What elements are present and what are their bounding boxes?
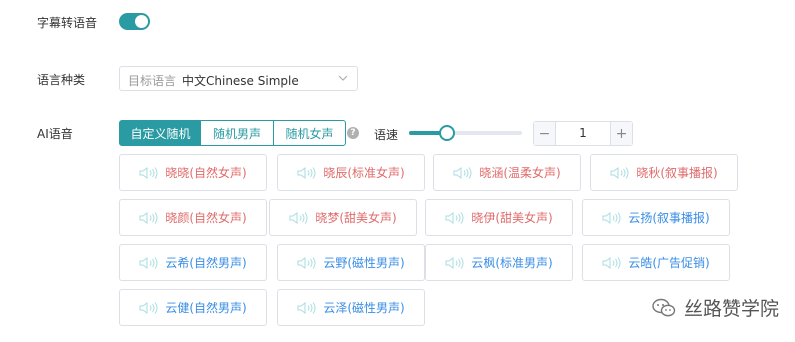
speed-label: 语速 — [374, 128, 399, 142]
speaker-icon — [139, 256, 158, 269]
toggle-knob — [135, 15, 148, 28]
ai-voice-label: AI语音 — [37, 127, 73, 141]
speed-slider[interactable] — [409, 125, 522, 141]
voice-card-label: 晓伊(甜美女声) — [471, 211, 553, 225]
subtitle-tts-label: 字幕转语音 — [37, 16, 98, 30]
voice-card-label: 云野(磁性男声) — [323, 256, 405, 270]
voice-card[interactable]: 云皓(广告促销) — [582, 244, 730, 281]
speaker-icon — [139, 211, 158, 224]
voice-card[interactable]: 晓秋(叙事播报) — [590, 154, 738, 191]
wechat-icon — [652, 298, 676, 316]
voice-card[interactable]: 晓晓(自然女声) — [119, 154, 267, 191]
speaker-icon — [139, 301, 158, 314]
voice-card-label: 晓颜(自然女声) — [165, 211, 247, 225]
slider-thumb[interactable] — [439, 125, 455, 141]
voice-card-label: 晓晓(自然女声) — [165, 166, 247, 180]
speaker-icon — [610, 166, 629, 179]
speaker-icon — [445, 256, 464, 269]
voice-card[interactable]: 云枫(标准男声) — [425, 244, 573, 281]
speed-stepper[interactable]: − 1 + — [533, 121, 633, 146]
speaker-icon — [297, 256, 316, 269]
language-label: 语言种类 — [37, 73, 86, 87]
speaker-icon — [289, 211, 308, 224]
voice-card-label: 云皓(广告促销) — [628, 256, 710, 270]
mode-random-female[interactable]: 随机女声 — [273, 120, 346, 146]
chevron-down-icon — [338, 75, 348, 81]
voice-card-label: 云扬(叙事播报) — [628, 211, 710, 225]
voice-card-label: 晓涵(温柔女声) — [479, 166, 561, 180]
mode-custom-random[interactable]: 自定义随机 — [119, 120, 202, 146]
voice-card[interactable]: 云野(磁性男声) — [277, 244, 425, 281]
voice-card[interactable]: 云健(自然男声) — [119, 289, 267, 326]
voice-card-label: 晓辰(标准女声) — [323, 166, 405, 180]
watermark: 丝路赞学院 — [652, 294, 779, 321]
voice-card[interactable]: 晓辰(标准女声) — [277, 154, 425, 191]
voice-card[interactable]: 晓颜(自然女声) — [119, 199, 267, 236]
voice-card[interactable]: 云希(自然男声) — [119, 244, 267, 281]
subtitle-tts-toggle[interactable] — [119, 13, 150, 30]
language-select[interactable]: 目标语言 中文Chinese Simple — [119, 66, 358, 91]
speaker-icon — [139, 166, 158, 179]
voice-card[interactable]: 晓伊(甜美女声) — [425, 199, 573, 236]
mode-random-male[interactable]: 随机男声 — [201, 120, 274, 146]
speed-minus-button[interactable]: − — [534, 122, 556, 145]
speaker-icon — [297, 166, 316, 179]
language-value: 中文Chinese Simple — [182, 74, 299, 88]
speaker-icon — [453, 166, 472, 179]
speaker-icon — [602, 211, 621, 224]
voice-card-label: 云枫(标准男声) — [471, 256, 553, 270]
voice-card[interactable]: 云扬(叙事播报) — [582, 199, 730, 236]
speaker-icon — [602, 256, 621, 269]
speaker-icon — [445, 211, 464, 224]
speed-plus-button[interactable]: + — [610, 122, 632, 145]
speed-value-input[interactable]: 1 — [556, 122, 610, 145]
voice-card-label: 晓秋(叙事播报) — [636, 166, 718, 180]
speaker-icon — [297, 301, 316, 314]
voice-card-label: 云希(自然男声) — [165, 256, 247, 270]
voice-card[interactable]: 云泽(磁性男声) — [277, 289, 425, 326]
language-prefix: 目标语言 — [128, 74, 177, 88]
voice-card-label: 云健(自然男声) — [165, 301, 247, 315]
voice-card-label: 云泽(磁性男声) — [323, 301, 405, 315]
help-icon[interactable]: ? — [347, 127, 359, 139]
watermark-text: 丝路赞学院 — [684, 298, 780, 320]
voice-card[interactable]: 晓涵(温柔女声) — [433, 154, 581, 191]
voice-card[interactable]: 晓梦(甜美女声) — [269, 199, 417, 236]
voice-card-label: 晓梦(甜美女声) — [315, 211, 397, 225]
